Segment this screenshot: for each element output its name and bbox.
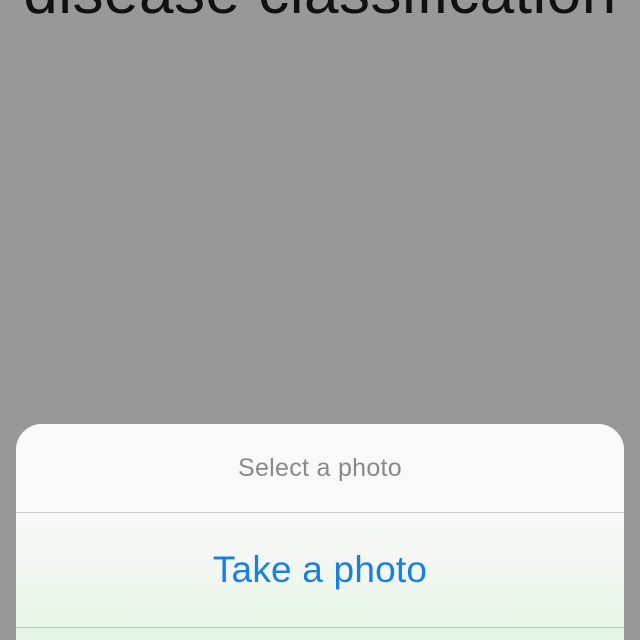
- take-photo-button[interactable]: Take a photo: [16, 513, 624, 628]
- action-sheet: Select a photo Take a photo: [16, 424, 624, 640]
- next-action-button[interactable]: [16, 628, 624, 640]
- app-screen: disease classification Select a photo Ta…: [0, 0, 640, 640]
- action-sheet-header: Select a photo: [16, 424, 624, 513]
- action-sheet-title: Select a photo: [237, 453, 403, 482]
- take-photo-label: Take a photo: [212, 549, 428, 590]
- background-title: disease classification: [0, 0, 640, 24]
